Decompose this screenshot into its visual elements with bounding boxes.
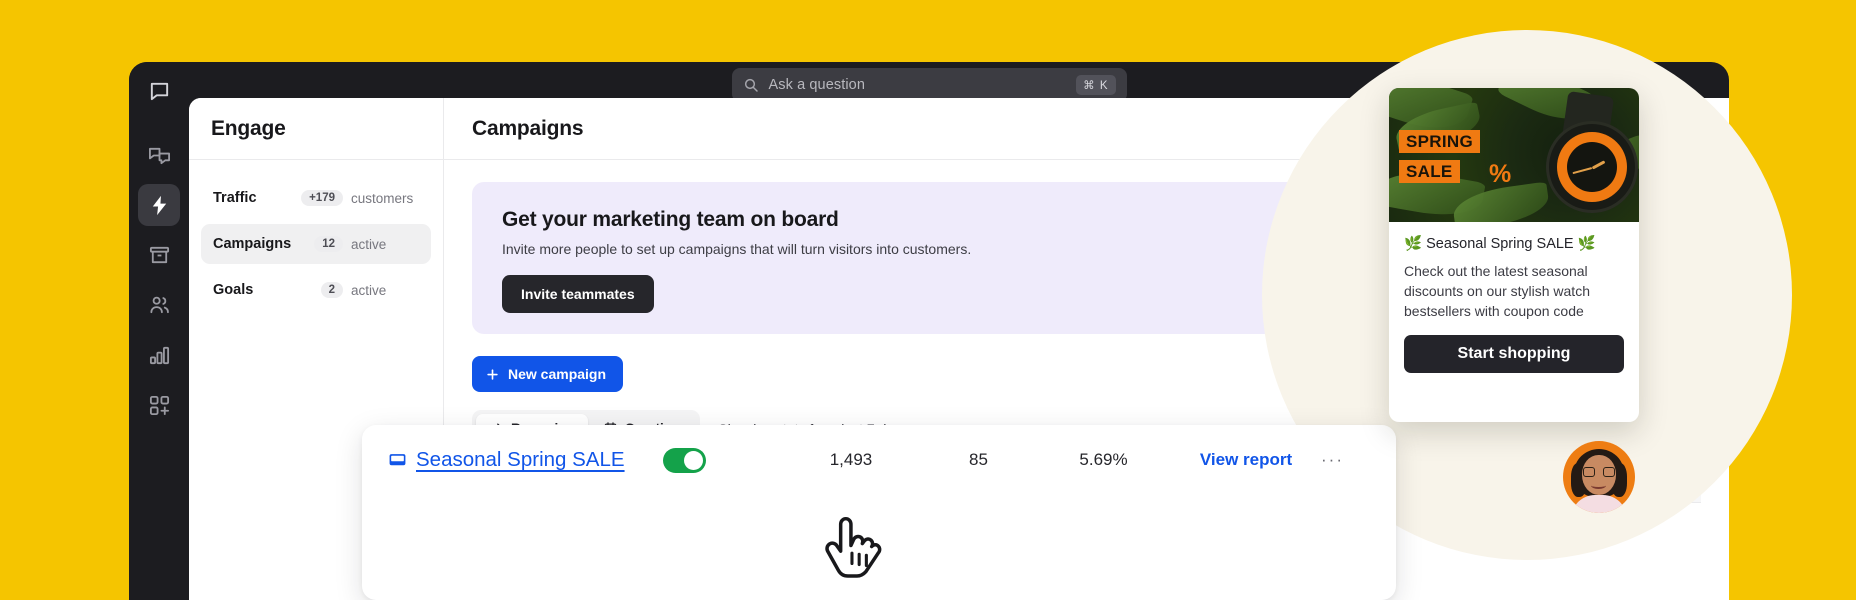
toggle-knob [684, 451, 703, 470]
nav-item-campaigns[interactable]: Campaigns 12 active [201, 224, 431, 264]
popup-body: 🌿 Seasonal Spring SALE 🌿 Check out the l… [1389, 222, 1639, 387]
percent-symbol: % [1489, 160, 1511, 189]
sidebar-item-engage[interactable] [138, 184, 180, 226]
view-report-link[interactable]: View report [1200, 450, 1292, 469]
agent-avatar[interactable] [1563, 441, 1635, 513]
lightning-bolt-icon [148, 194, 171, 217]
start-shopping-button[interactable]: Start shopping [1404, 335, 1624, 373]
cell-report: View report [1171, 450, 1321, 470]
search-placeholder: Ask a question [769, 77, 1067, 93]
page-title: Campaigns [472, 117, 583, 141]
archive-box-icon [148, 244, 171, 267]
avatar-shoulders [1571, 495, 1627, 513]
cell-title: Seasonal Spring SALE [388, 448, 663, 472]
campaign-preview-popup: SPRING SALE % 🌿 Seasonal Spring SALE 🌿 C… [1389, 88, 1639, 422]
popup-description: Check out the latest seasonal discounts … [1404, 262, 1624, 322]
watch-case [1549, 124, 1635, 210]
chat-bubble-logo-icon [148, 80, 171, 103]
avatar-smile [1591, 482, 1606, 489]
search-icon [743, 77, 759, 93]
cell-chats: 85 [921, 450, 1036, 470]
nav-item-label: Goals [213, 282, 313, 298]
watch-face [1567, 142, 1617, 192]
cell-displayed: 1,493 [781, 450, 921, 470]
search-input[interactable]: Ask a question ⌘ K [732, 68, 1127, 102]
nav-panel-title: Engage [211, 117, 286, 141]
nav-list: Traffic +179 customers Campaigns 12 acti… [189, 160, 443, 310]
pointing-hand-cursor [820, 508, 886, 582]
cell-conversion-rate: 5.69% [1036, 450, 1171, 470]
nav-item-suffix: customers [351, 191, 419, 206]
status-toggle[interactable] [663, 448, 706, 473]
nav-item-badge: 12 [314, 236, 343, 252]
icon-rail [129, 62, 189, 600]
plus-icon [485, 367, 500, 382]
row-more-menu-button[interactable]: ··· [1321, 450, 1344, 470]
nav-item-traffic[interactable]: Traffic +179 customers [201, 178, 431, 218]
new-campaign-button[interactable]: New campaign [472, 356, 623, 392]
nav-item-badge: 2 [321, 282, 343, 298]
popup-title: 🌿 Seasonal Spring SALE 🌿 [1404, 235, 1624, 252]
sidebar-item-archive[interactable] [138, 234, 180, 276]
avatar-glasses [1583, 467, 1615, 477]
nav-item-badge: +179 [301, 190, 343, 206]
sidebar-item-reports[interactable] [138, 334, 180, 376]
glasses-lens-left [1583, 467, 1595, 477]
watch-bezel [1557, 132, 1627, 202]
popup-hero-image: SPRING SALE % [1389, 88, 1639, 222]
watch-illustration [1531, 96, 1639, 222]
invite-teammates-button[interactable]: Invite teammates [502, 275, 654, 313]
sidebar-item-chats[interactable] [138, 134, 180, 176]
nav-item-label: Campaigns [213, 236, 306, 252]
spring-sale-tag-line2: SALE [1399, 160, 1460, 183]
sidebar-item-apps[interactable] [138, 384, 180, 426]
nav-item-goals[interactable]: Goals 2 active [201, 270, 431, 310]
nav-item-suffix: active [351, 237, 419, 252]
people-icon [148, 294, 171, 317]
apps-grid-plus-icon [148, 394, 171, 417]
chats-icon [148, 144, 171, 167]
campaign-title-link[interactable]: Seasonal Spring SALE [416, 448, 625, 472]
watch-hour-hand [1592, 160, 1606, 169]
watch-minute-hand [1572, 167, 1592, 174]
cell-status [663, 448, 781, 473]
nav-header: Engage [189, 98, 443, 160]
search-shortcut-badge: ⌘ K [1076, 75, 1115, 95]
monitor-icon [388, 451, 407, 470]
chat-bubble-logo-button[interactable] [138, 70, 180, 112]
sidebar-item-contacts[interactable] [138, 284, 180, 326]
bar-chart-icon [148, 344, 171, 367]
glasses-lens-right [1603, 467, 1615, 477]
new-campaign-label: New campaign [508, 366, 606, 382]
spring-sale-tag-line1: SPRING [1399, 130, 1480, 153]
nav-item-label: Traffic [213, 190, 293, 206]
nav-item-suffix: active [351, 283, 419, 298]
table-row[interactable]: Seasonal Spring SALE 1,493 85 5.69% View… [362, 429, 1396, 491]
